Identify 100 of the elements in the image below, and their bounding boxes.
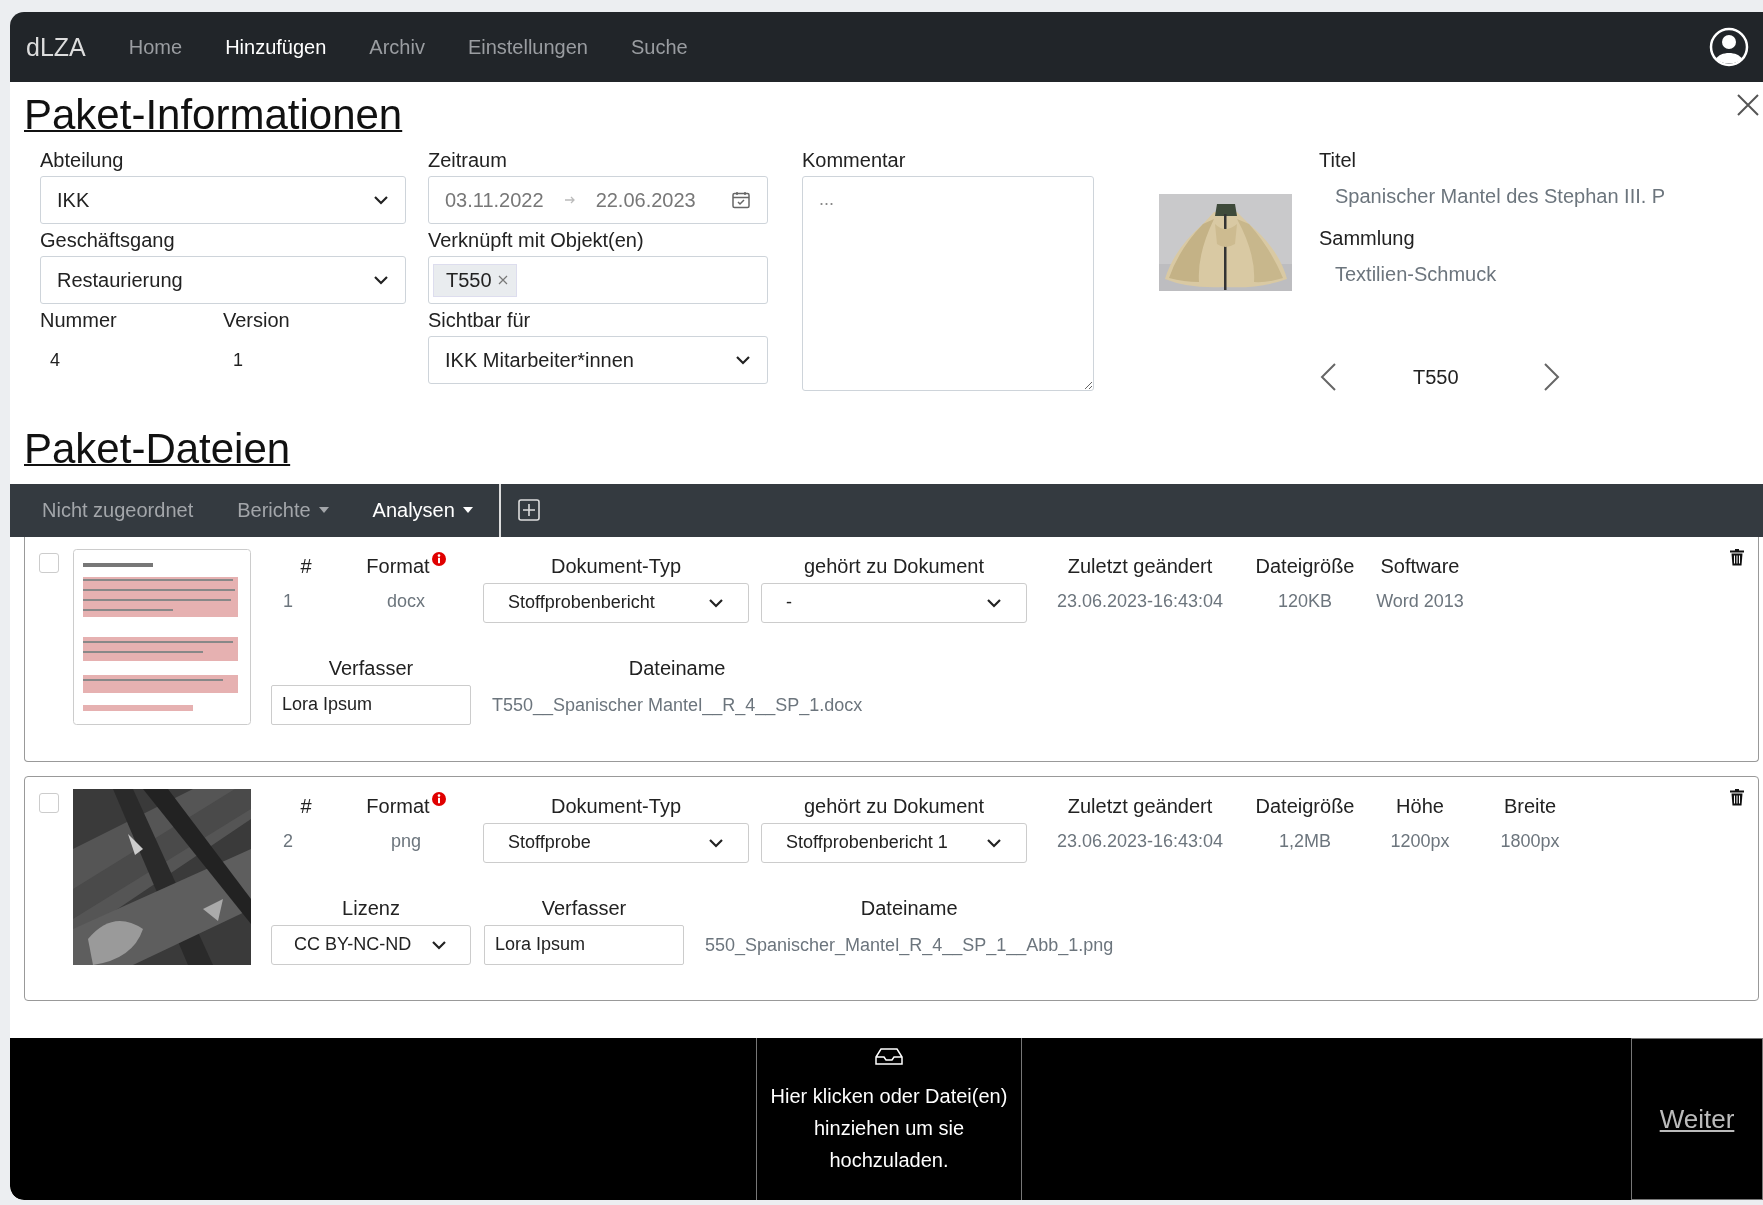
file-size: 1,2MB xyxy=(1279,829,1331,853)
column-header: Software xyxy=(1380,553,1460,579)
section-heading: Paket-Informationen xyxy=(24,90,403,140)
caret-icon xyxy=(462,507,473,514)
checkbox[interactable] xyxy=(39,792,59,813)
title-value: Spanischer Mantel des Stephan III. P xyxy=(1334,184,1667,210)
chevron-down-icon xyxy=(708,837,724,848)
column-header: Dokument-Typ xyxy=(550,553,682,579)
chevron-down-icon xyxy=(986,837,1002,848)
field-label: Kommentar xyxy=(802,148,907,174)
chevron-down-icon xyxy=(735,355,751,366)
author-field[interactable]: Lora Ipsum xyxy=(484,924,684,965)
file-size: 120KB xyxy=(1277,589,1332,613)
field-label: Abteilung xyxy=(40,148,125,174)
column-header: Höhe xyxy=(1396,793,1444,819)
inbox-icon xyxy=(875,1048,903,1066)
user-avatar-icon[interactable] xyxy=(1709,27,1749,67)
field-label: Nummer xyxy=(40,308,118,334)
field-label: Version xyxy=(223,308,291,334)
checkbox[interactable] xyxy=(39,552,59,573)
chevron-down-icon xyxy=(373,195,389,206)
document-type-select[interactable]: Stoffprobe xyxy=(483,822,749,863)
column-header: Verfasser xyxy=(328,655,414,681)
info-icon[interactable] xyxy=(431,551,446,566)
column-header: Format xyxy=(366,793,430,819)
current-object: T550 xyxy=(1413,365,1460,389)
nav-link[interactable]: Einstellungen xyxy=(467,35,588,59)
file-tab[interactable]: Analysen xyxy=(340,483,473,537)
section-heading: Paket-Dateien xyxy=(24,424,292,475)
column-header: Breite xyxy=(1503,793,1557,819)
column-header: gehört zu Dokument xyxy=(803,553,985,579)
chevron-down-icon xyxy=(708,597,724,608)
chevron-down-icon xyxy=(431,939,448,950)
field-label: Zeitraum xyxy=(428,148,508,174)
department-select[interactable]: IKK xyxy=(40,176,406,225)
column-header: Dateigröße xyxy=(1255,553,1355,579)
author-field[interactable]: Lora Ipsum xyxy=(271,684,471,725)
file-format: docx xyxy=(387,589,425,613)
column-header: Verfasser xyxy=(541,895,627,921)
file-tab[interactable]: Nicht zugeordnet xyxy=(10,483,194,537)
license-select[interactable]: CC BY-NC-ND xyxy=(271,924,471,965)
field-label: Verknüpft mit Objekt(en) xyxy=(428,228,645,254)
file-number: 2 xyxy=(282,829,293,853)
arrow-right-icon xyxy=(563,195,576,206)
chevron-down-icon xyxy=(986,597,1002,608)
file-property: Word 2013 xyxy=(1376,589,1464,613)
field-label: Sammlung xyxy=(1319,226,1416,252)
nav-link[interactable]: Hinzufügen xyxy=(225,35,327,59)
parent-document-select[interactable]: Stoffprobenbericht 1 xyxy=(761,822,1027,863)
field-label: Titel xyxy=(1319,148,1358,174)
modified-date: 23.06.2023-16:43:04 xyxy=(1056,829,1224,853)
chevron-right-icon[interactable] xyxy=(1543,362,1561,393)
nav-link[interactable]: Suche xyxy=(631,35,688,59)
column-header: # xyxy=(300,793,312,819)
file-tab[interactable]: Berichte xyxy=(205,483,329,537)
parent-document-select[interactable]: - xyxy=(761,582,1027,623)
remove-icon[interactable] xyxy=(497,275,508,286)
delete-icon[interactable] xyxy=(1730,548,1744,566)
visibility-select[interactable]: IKK Mitarbeiter*innen xyxy=(428,336,768,385)
column-header: Dateiname xyxy=(860,895,958,921)
file-property: 1800px xyxy=(1500,829,1560,853)
chevron-left-icon[interactable] xyxy=(1319,362,1337,393)
column-header: Zuletzt geändert xyxy=(1067,793,1213,819)
calendar-icon[interactable] xyxy=(731,190,751,211)
upload-dropzone[interactable]: Hier klicken oder Datei(en) hinziehen um sie hochzuladen. xyxy=(756,1038,1022,1200)
modified-date: 23.06.2023-16:43:04 xyxy=(1056,589,1224,613)
file-name: 550_Spanischer_Mantel_R_4__SP_1__Abb_1.png xyxy=(705,933,1114,958)
file-property: 1200px xyxy=(1390,829,1450,853)
nav-link[interactable]: Home xyxy=(128,35,183,59)
field-label: Sichtbar für xyxy=(428,308,532,334)
number-value: 4 xyxy=(49,349,61,372)
chevron-down-icon xyxy=(373,275,389,286)
collection-value: Textilien-Schmuck xyxy=(1334,262,1498,288)
field-label: Geschäftsgang xyxy=(40,228,176,254)
column-header: gehört zu Dokument xyxy=(803,793,985,819)
info-icon[interactable] xyxy=(431,791,446,806)
nav-link[interactable]: Archiv xyxy=(369,35,425,59)
file-name: T550__Spanischer Mantel__R_4__SP_1.docx xyxy=(492,693,863,718)
column-header: Dateiname xyxy=(628,655,726,681)
column-header: Zuletzt geändert xyxy=(1067,553,1213,579)
upload-hint: Hier klicken oder Datei(en) hinziehen um sie hochzuladen. xyxy=(769,1084,1009,1173)
brand-logo[interactable]: dLZA xyxy=(26,32,86,62)
close-icon[interactable] xyxy=(1737,94,1759,116)
column-header: Dateigröße xyxy=(1255,793,1355,819)
column-header: Dokument-Typ xyxy=(550,793,682,819)
delete-icon[interactable] xyxy=(1730,788,1744,806)
object-tags-field[interactable]: T550 xyxy=(428,256,768,305)
document-type-select[interactable]: Stoffprobenbericht xyxy=(483,582,749,623)
comment-field[interactable]: ... xyxy=(802,176,1094,392)
process-select[interactable]: Restaurierung xyxy=(40,256,406,305)
add-icon[interactable] xyxy=(517,499,540,522)
caret-icon xyxy=(318,507,329,514)
object-tag: T550 xyxy=(433,263,517,297)
column-header: Format xyxy=(366,553,430,579)
version-value: 1 xyxy=(232,349,244,372)
column-header: Lizenz xyxy=(342,895,400,921)
file-format: png xyxy=(390,829,421,853)
next-link[interactable]: Weiter xyxy=(1631,1038,1763,1200)
file-number: 1 xyxy=(282,589,293,613)
date-range-field[interactable]: 03.11.2022 22.06.2023 xyxy=(428,176,768,225)
